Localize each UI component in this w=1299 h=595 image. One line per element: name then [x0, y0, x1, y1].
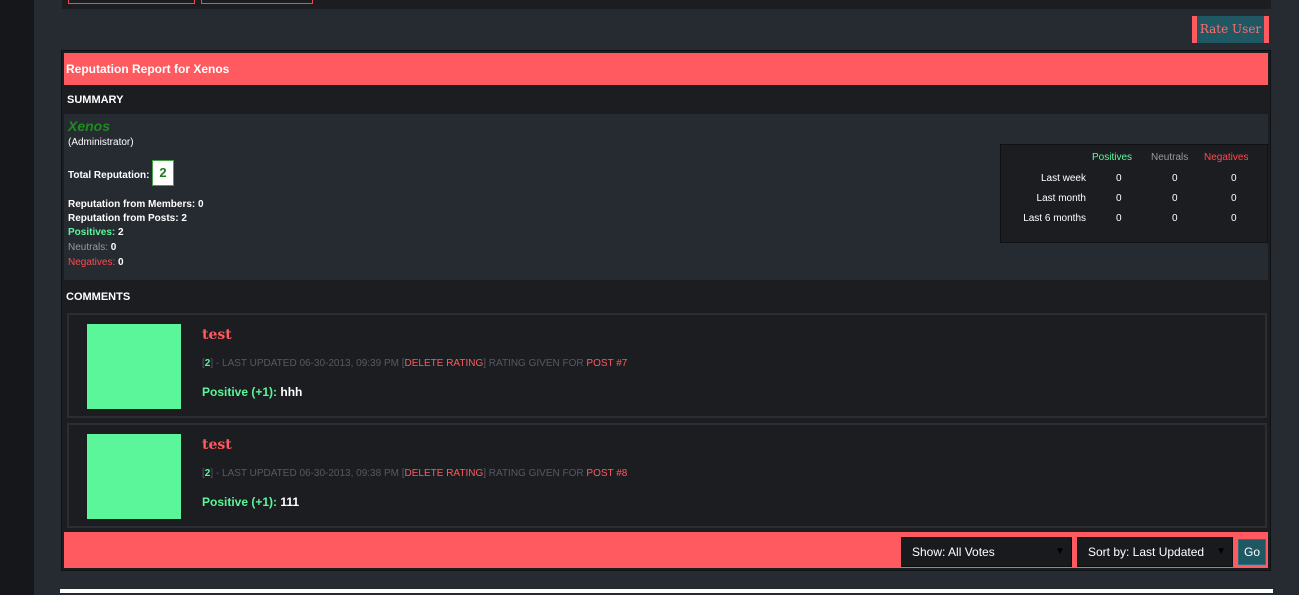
- comment-body: Positive (+1): hhh: [202, 385, 302, 399]
- stats-row-label: Last 6 months: [1023, 213, 1086, 224]
- report-title: Reputation Report for Xenos: [64, 53, 1268, 85]
- summary-label: SUMMARY: [67, 94, 124, 106]
- stats-header-positives: Positives: [1092, 152, 1133, 163]
- comment-meta: [2] - LAST UPDATED 06-30-2013, 09:38 PM …: [202, 468, 628, 479]
- rating-given-for: RATING GIVEN FOR: [488, 468, 584, 479]
- comment-item: test [2] - LAST UPDATED 06-30-2013, 09:3…: [67, 423, 1267, 528]
- post-link[interactable]: POST #7: [586, 358, 627, 369]
- last-updated: - LAST UPDATED 06-30-2013, 09:39 PM: [215, 358, 399, 369]
- stats-header-neutrals: Neutrals: [1151, 152, 1189, 163]
- stat-positives-label: Positives:: [68, 227, 116, 238]
- avatar[interactable]: [87, 434, 181, 519]
- stat-from-posts: Reputation from Posts: 2: [68, 213, 187, 224]
- dropdown-arrow-icon: ▼: [1216, 546, 1226, 557]
- post-link[interactable]: POST #8: [586, 468, 627, 479]
- dropdown-arrow-icon: ▼: [1055, 546, 1065, 557]
- comment-meta: [2] - LAST UPDATED 06-30-2013, 09:39 PM …: [202, 358, 628, 369]
- rating-type: Positive (+1):: [202, 385, 278, 399]
- last-updated: - LAST UPDATED 06-30-2013, 09:38 PM: [215, 468, 399, 479]
- stats-table: Positives Neutrals Negatives Last week 0…: [1000, 144, 1268, 243]
- stats-cell: 0: [1231, 213, 1237, 224]
- stat-neutrals: Neutrals: 0: [68, 242, 116, 253]
- stats-header-negatives: Negatives: [1204, 152, 1249, 163]
- stat-from-posts-value: 2: [181, 213, 187, 224]
- rating-number[interactable]: 2: [205, 358, 211, 369]
- rate-user-button[interactable]: Rate User: [1192, 16, 1269, 43]
- bottom-divider: [60, 589, 1273, 593]
- top-button-1[interactable]: [68, 0, 195, 4]
- stat-negatives-label: Negatives:: [68, 257, 116, 268]
- total-reputation-value: 2: [152, 160, 174, 186]
- reputation-panel: Reputation Report for Xenos SUMMARY Xeno…: [61, 50, 1271, 571]
- comment-text: hhh: [280, 385, 303, 399]
- show-votes-select[interactable]: Show: All Votes ▼: [901, 537, 1072, 567]
- stats-cell: 0: [1116, 173, 1122, 184]
- stats-cell: 0: [1231, 193, 1237, 204]
- sort-by-select[interactable]: Sort by: Last Updated ▼: [1077, 537, 1233, 567]
- comment-title: test: [202, 437, 232, 453]
- comment-body: Positive (+1): 111: [202, 495, 299, 509]
- show-votes-value: Show: All Votes: [912, 545, 995, 559]
- left-strip: [0, 0, 34, 595]
- stats-cell: 0: [1172, 173, 1178, 184]
- stat-from-posts-label: Reputation from Posts:: [68, 213, 179, 224]
- stat-from-members-value: 0: [198, 199, 204, 210]
- stat-from-members: Reputation from Members: 0: [68, 199, 204, 210]
- stats-cell: 0: [1231, 173, 1237, 184]
- comments-label: COMMENTS: [66, 291, 131, 303]
- comment-text: 111: [280, 495, 300, 509]
- delete-rating-link[interactable]: DELETE RATING: [405, 468, 484, 479]
- rating-type: Positive (+1):: [202, 495, 278, 509]
- top-bar: [62, 0, 1271, 9]
- rate-user-label: Rate User: [1197, 16, 1264, 43]
- delete-rating-link[interactable]: DELETE RATING: [405, 358, 484, 369]
- stats-cell: 0: [1116, 193, 1122, 204]
- sort-by-value: Sort by: Last Updated: [1088, 545, 1205, 559]
- comment-item: test [2] - LAST UPDATED 06-30-2013, 09:3…: [67, 313, 1267, 418]
- stats-cell: 0: [1116, 213, 1122, 224]
- user-role: (Administrator): [68, 137, 134, 148]
- stats-cell: 0: [1172, 213, 1178, 224]
- username-link[interactable]: Xenos: [68, 118, 110, 134]
- comment-title: test: [202, 327, 232, 343]
- stats-cell: 0: [1172, 193, 1178, 204]
- summary-box: Xenos (Administrator) Total Reputation: …: [64, 114, 1268, 280]
- stats-row-label: Last month: [1036, 193, 1086, 204]
- rating-number[interactable]: 2: [205, 468, 211, 479]
- stat-positives-value: 2: [118, 227, 124, 238]
- stat-neutrals-label: Neutrals:: [68, 242, 109, 253]
- stats-row-label: Last week: [1040, 173, 1086, 184]
- stat-positives: Positives: 2: [68, 227, 124, 238]
- rating-given-for: RATING GIVEN FOR: [488, 358, 584, 369]
- go-button[interactable]: Go: [1238, 539, 1266, 565]
- stat-neutrals-value: 0: [110, 242, 117, 253]
- footer-bar: Show: All Votes ▼ Sort by: Last Updated …: [64, 532, 1268, 568]
- avatar[interactable]: [87, 324, 181, 409]
- stat-negatives-value: 0: [118, 257, 124, 268]
- stat-from-members-label: Reputation from Members:: [68, 199, 196, 210]
- top-button-2[interactable]: [201, 0, 313, 4]
- stat-negatives: Negatives: 0: [68, 257, 124, 268]
- total-reputation-label: Total Reputation:: [68, 170, 150, 181]
